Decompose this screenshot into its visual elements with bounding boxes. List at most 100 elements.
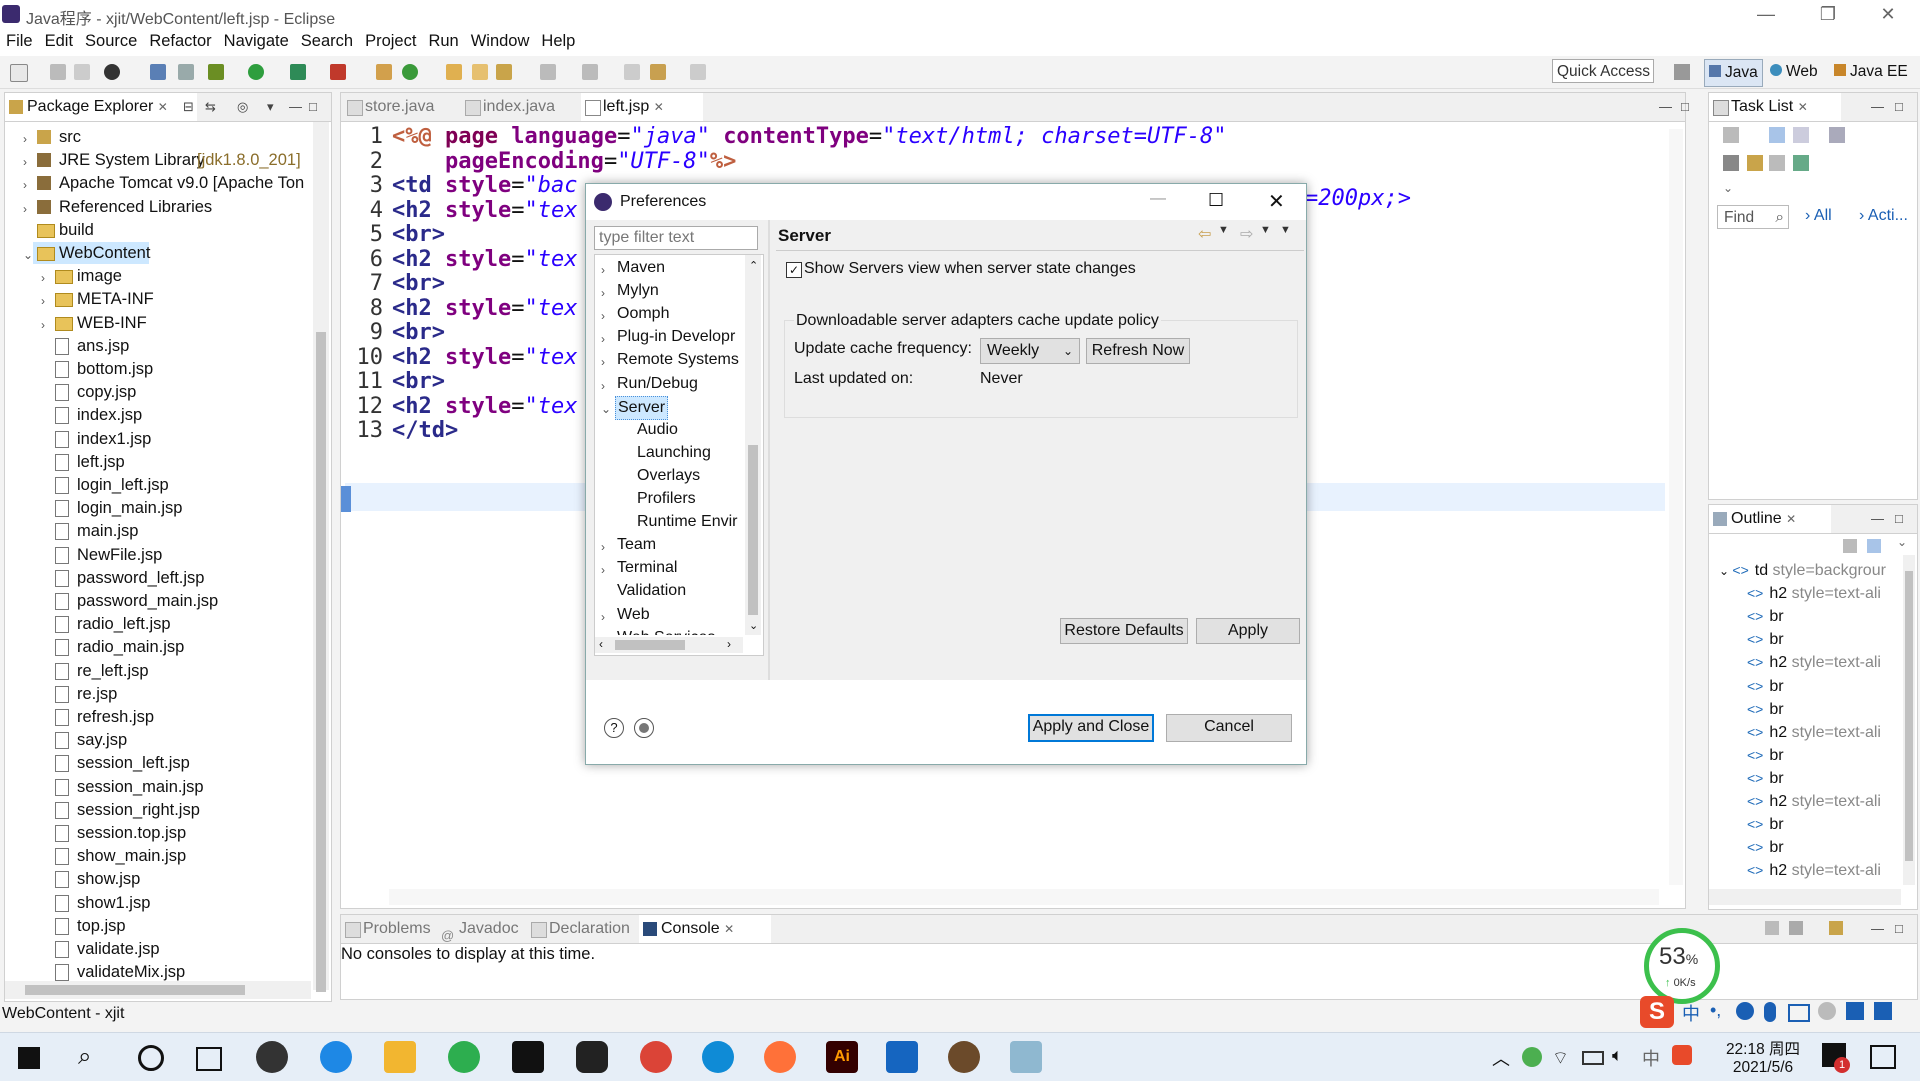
skip-breakpoints-icon[interactable]: [178, 64, 194, 80]
dialog-close-button[interactable]: ✕: [1268, 189, 1285, 214]
sash-divider[interactable]: [768, 220, 770, 680]
tab-left-jsp[interactable]: left.jsp ✕: [581, 93, 703, 121]
chevron-down-icon[interactable]: ⌄: [1719, 564, 1732, 578]
package-tree-item[interactable]: NewFile.jsp: [5, 544, 305, 566]
tab-package-explorer[interactable]: Package Explorer ✕: [5, 93, 197, 121]
chrome-icon[interactable]: [640, 1041, 672, 1073]
chevron-right-icon[interactable]: ›: [601, 559, 605, 581]
code-line[interactable]: <h2 style="tex: [392, 296, 577, 321]
ime-voice-icon[interactable]: [1764, 1002, 1776, 1022]
chevron-right-icon[interactable]: ›: [23, 198, 27, 220]
package-tree-item[interactable]: show1.jsp: [5, 892, 305, 914]
outline-item[interactable]: <> br: [1747, 605, 1784, 627]
link-editor-icon[interactable]: ⇆: [205, 99, 216, 115]
close-tab-icon[interactable]: ✕: [158, 100, 168, 114]
search-icon[interactable]: [496, 64, 512, 80]
sort-icon[interactable]: [1843, 539, 1857, 553]
tab-outline[interactable]: Outline ✕: [1709, 505, 1831, 533]
package-tree-item[interactable]: login_left.jsp: [5, 474, 305, 496]
chevron-right-icon[interactable]: ›: [601, 305, 605, 327]
tray-360-icon[interactable]: [1522, 1047, 1542, 1067]
quick-access-input[interactable]: Quick Access: [1552, 59, 1654, 83]
package-tree-item[interactable]: session_left.jsp: [5, 752, 305, 774]
ime-user-icon[interactable]: [1818, 1002, 1836, 1020]
package-tree-item[interactable]: ⌄ WebContent: [23, 242, 150, 264]
chevron-right-icon[interactable]: ›: [601, 328, 605, 350]
package-tree-item[interactable]: refresh.jsp: [5, 706, 305, 728]
package-tree-item[interactable]: › Referenced Libraries: [5, 196, 305, 218]
ime-mode-cn[interactable]: 中: [1682, 1000, 1700, 1026]
focus-task-icon[interactable]: [1829, 127, 1845, 143]
firefox-icon[interactable]: [764, 1041, 796, 1073]
maximize-view-icon[interactable]: □: [1895, 99, 1903, 114]
outline-item[interactable]: <> h2 style=text-ali: [1747, 582, 1881, 604]
menu-search[interactable]: Search: [295, 30, 359, 52]
tab-task-list[interactable]: Task List ✕: [1709, 93, 1841, 121]
package-tree-item[interactable]: session_main.jsp: [5, 776, 305, 798]
menu-project[interactable]: Project: [359, 30, 422, 52]
outline-item[interactable]: <> br: [1747, 767, 1784, 789]
close-tab-icon[interactable]: ✕: [1798, 100, 1808, 114]
menu-run[interactable]: Run: [422, 30, 464, 52]
run-icon[interactable]: [248, 64, 264, 80]
focus-icon[interactable]: ◎: [237, 99, 248, 115]
outline-hscrollbar[interactable]: [1709, 889, 1901, 905]
code-line[interactable]: <h2 style="tex: [392, 345, 577, 370]
categorized-icon[interactable]: [1769, 127, 1785, 143]
minimize-view-icon[interactable]: —: [289, 99, 302, 114]
tab-index-java[interactable]: index.java: [461, 93, 583, 121]
volume-icon[interactable]: 🔈︎: [1612, 1045, 1623, 1066]
maximize-editor-icon[interactable]: □: [1681, 99, 1689, 114]
outline-item[interactable]: <> h2 style=text-ali: [1747, 721, 1881, 743]
outline-item[interactable]: <> br: [1747, 698, 1784, 720]
package-hscroll-thumb[interactable]: [25, 985, 245, 995]
package-tree-item[interactable]: top.jsp: [5, 915, 305, 937]
chevron-down-icon[interactable]: ⌄: [601, 398, 611, 420]
minimize-editor-icon[interactable]: —: [1659, 99, 1672, 114]
save-icon[interactable]: [50, 64, 66, 80]
wifi-icon[interactable]: ⌔: [1552, 1047, 1569, 1070]
ime-emoji-icon[interactable]: [1736, 1002, 1754, 1020]
ime-skin-icon[interactable]: [1846, 1002, 1864, 1020]
code-line[interactable]: <td style="bac: [392, 173, 577, 198]
collapse-outline-icon[interactable]: [1867, 539, 1881, 553]
coverage-icon[interactable]: [290, 64, 306, 80]
package-tree-item[interactable]: show.jsp: [5, 868, 305, 890]
forward-arrow-icon[interactable]: ⇨: [1240, 224, 1253, 244]
new-icon[interactable]: [10, 64, 28, 82]
outline-item[interactable]: <> br: [1747, 836, 1784, 858]
show-servers-checkbox[interactable]: ✓: [786, 262, 802, 278]
ime-toolbox-icon[interactable]: [1874, 1002, 1892, 1020]
package-tree-item[interactable]: copy.jsp: [5, 381, 305, 403]
package-tree-item[interactable]: main.jsp: [5, 520, 305, 542]
eclipse-app-icon[interactable]: [948, 1041, 980, 1073]
link-task-icon[interactable]: [1793, 155, 1809, 171]
code-line[interactable]: </td>: [392, 418, 458, 443]
import-export-icon[interactable]: [634, 718, 654, 738]
chevron-right-icon[interactable]: ›: [41, 267, 45, 289]
console-pin-icon[interactable]: [1765, 921, 1779, 935]
task-view-icon[interactable]: [196, 1047, 222, 1071]
scheduled-icon[interactable]: [1793, 127, 1809, 143]
package-tree-item[interactable]: show_main.jsp: [5, 845, 305, 867]
file-explorer-icon[interactable]: [384, 1041, 416, 1073]
package-tree-item[interactable]: say.jsp: [5, 729, 305, 751]
close-tab-icon[interactable]: ✕: [1786, 512, 1796, 526]
editor-horizontal-scrollbar[interactable]: [389, 889, 1659, 905]
minimize-view-icon[interactable]: —: [1871, 99, 1884, 114]
package-tree-item[interactable]: › image: [5, 265, 305, 287]
outline-item[interactable]: <> h2 style=text-ali: [1747, 859, 1881, 881]
new-class-icon[interactable]: [402, 64, 418, 80]
chevron-down-icon[interactable]: ⌄: [23, 244, 33, 266]
tab-store-java[interactable]: store.java: [343, 93, 463, 121]
package-tree-item[interactable]: › src: [5, 126, 305, 148]
chevron-right-icon[interactable]: ›: [23, 128, 27, 150]
menu-edit[interactable]: Edit: [39, 30, 79, 52]
chevron-right-icon[interactable]: ›: [601, 536, 605, 558]
chevron-right-icon[interactable]: ›: [601, 259, 605, 281]
outline-item[interactable]: <> h2 style=text-ali: [1747, 790, 1881, 812]
clock[interactable]: 22:18 周四 2021/5/6: [1718, 1037, 1808, 1077]
tab-console[interactable]: Console ✕: [639, 915, 771, 943]
outline-item[interactable]: <> br: [1747, 675, 1784, 697]
package-tree-item[interactable]: re_left.jsp: [5, 660, 305, 682]
